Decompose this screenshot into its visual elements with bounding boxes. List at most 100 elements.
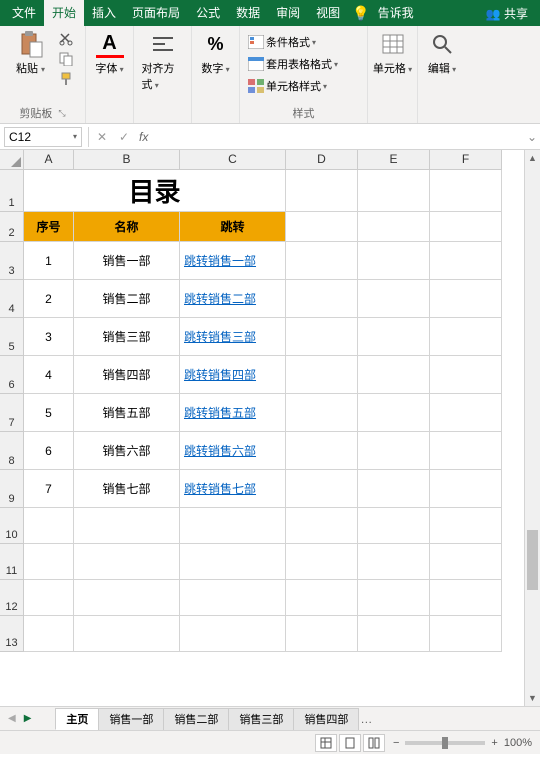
sheet-tab[interactable]: 销售二部 (163, 708, 229, 730)
cell[interactable] (358, 280, 430, 318)
hyperlink[interactable]: 跳转销售五部 (184, 404, 256, 421)
row-header[interactable]: 9 (0, 470, 24, 508)
cell[interactable] (430, 394, 502, 432)
column-header[interactable]: F (430, 150, 502, 170)
cell[interactable] (430, 470, 502, 508)
menu-tellme[interactable]: 告诉我 (370, 0, 422, 26)
select-all-button[interactable] (0, 150, 24, 170)
cell[interactable] (430, 170, 502, 212)
sheet-tab[interactable]: 主页 (55, 708, 99, 730)
seq-cell[interactable]: 3 (24, 318, 74, 356)
seq-cell[interactable]: 4 (24, 356, 74, 394)
hyperlink[interactable]: 跳转销售三部 (184, 328, 256, 345)
cell[interactable] (430, 280, 502, 318)
cell[interactable] (286, 212, 358, 242)
scroll-down-icon[interactable]: ▼ (525, 690, 540, 706)
tab-nav-first[interactable]: ◀ (4, 713, 20, 724)
cell[interactable] (358, 212, 430, 242)
cell[interactable] (286, 616, 358, 652)
cell[interactable] (180, 508, 286, 544)
row-header[interactable]: 7 (0, 394, 24, 432)
seq-cell[interactable]: 7 (24, 470, 74, 508)
cell[interactable] (286, 242, 358, 280)
cell[interactable] (286, 508, 358, 544)
editing-button[interactable]: 编辑 ▾ (421, 30, 463, 76)
menu-formula[interactable]: 公式 (188, 0, 228, 26)
formula-input[interactable] (152, 127, 524, 147)
title-cell[interactable]: 目录 (24, 170, 286, 212)
row-header[interactable]: 13 (0, 616, 24, 652)
link-cell[interactable]: 跳转销售四部 (180, 356, 286, 394)
name-cell[interactable]: 销售五部 (74, 394, 180, 432)
cut-button[interactable] (56, 30, 76, 48)
enter-formula-button[interactable]: ✓ (113, 130, 135, 144)
cell[interactable] (286, 170, 358, 212)
cell[interactable] (286, 544, 358, 580)
cell[interactable] (430, 242, 502, 280)
hyperlink[interactable]: 跳转销售七部 (184, 480, 256, 497)
cell[interactable] (358, 432, 430, 470)
seq-cell[interactable]: 2 (24, 280, 74, 318)
cell[interactable] (286, 318, 358, 356)
header-cell[interactable]: 序号 (24, 212, 74, 242)
row-header[interactable]: 11 (0, 544, 24, 580)
cell-style-button[interactable]: 单元格样式▾ (248, 78, 338, 94)
copy-button[interactable] (56, 50, 76, 68)
tab-overflow-icon[interactable]: … (360, 712, 372, 726)
number-button[interactable]: % 数字 ▾ (195, 30, 237, 76)
zoom-level[interactable]: 100% (504, 737, 532, 749)
row-header[interactable]: 6 (0, 356, 24, 394)
vertical-scrollbar[interactable]: ▲ ▼ (524, 150, 540, 706)
link-cell[interactable]: 跳转销售三部 (180, 318, 286, 356)
conditional-format-button[interactable]: 条件格式▾ (248, 34, 338, 50)
cell[interactable] (358, 318, 430, 356)
tab-nav-prev[interactable]: ▶ (20, 713, 36, 724)
view-page-layout-button[interactable] (339, 734, 361, 752)
cell[interactable] (430, 544, 502, 580)
cancel-formula-button[interactable]: ✕ (91, 130, 113, 144)
table-format-button[interactable]: 套用表格格式▾ (248, 56, 338, 72)
cell[interactable] (358, 242, 430, 280)
cell[interactable] (430, 580, 502, 616)
fx-icon[interactable]: fx (139, 130, 148, 144)
row-header[interactable]: 10 (0, 508, 24, 544)
cell[interactable] (24, 544, 74, 580)
cell[interactable] (286, 356, 358, 394)
scroll-up-icon[interactable]: ▲ (525, 150, 540, 166)
link-cell[interactable]: 跳转销售六部 (180, 432, 286, 470)
row-header[interactable]: 1 (0, 170, 24, 212)
hyperlink[interactable]: 跳转销售六部 (184, 442, 256, 459)
menu-review[interactable]: 审阅 (268, 0, 308, 26)
zoom-in-button[interactable]: + (491, 737, 497, 749)
cell[interactable] (358, 508, 430, 544)
cell[interactable] (74, 580, 180, 616)
menu-file[interactable]: 文件 (4, 0, 44, 26)
cell[interactable] (430, 432, 502, 470)
name-cell[interactable]: 销售七部 (74, 470, 180, 508)
cell[interactable] (286, 432, 358, 470)
paste-button[interactable]: 粘贴 ▾ (10, 30, 52, 76)
seq-cell[interactable]: 6 (24, 432, 74, 470)
link-cell[interactable]: 跳转销售二部 (180, 280, 286, 318)
seq-cell[interactable]: 5 (24, 394, 74, 432)
cell[interactable] (180, 616, 286, 652)
header-cell[interactable]: 跳转 (180, 212, 286, 242)
cell[interactable] (286, 280, 358, 318)
cell[interactable] (430, 508, 502, 544)
row-header[interactable]: 8 (0, 432, 24, 470)
cell[interactable] (24, 616, 74, 652)
sheet-tab[interactable]: 销售一部 (98, 708, 164, 730)
zoom-slider[interactable] (405, 741, 485, 745)
menu-view[interactable]: 视图 (308, 0, 348, 26)
header-cell[interactable]: 名称 (74, 212, 180, 242)
format-painter-button[interactable] (56, 70, 76, 88)
cell[interactable] (286, 394, 358, 432)
cell[interactable] (358, 580, 430, 616)
cell[interactable] (358, 356, 430, 394)
cell[interactable] (24, 508, 74, 544)
menu-data[interactable]: 数据 (228, 0, 268, 26)
zoom-out-button[interactable]: − (393, 737, 399, 749)
cell[interactable] (286, 470, 358, 508)
link-cell[interactable]: 跳转销售七部 (180, 470, 286, 508)
hyperlink[interactable]: 跳转销售四部 (184, 366, 256, 383)
